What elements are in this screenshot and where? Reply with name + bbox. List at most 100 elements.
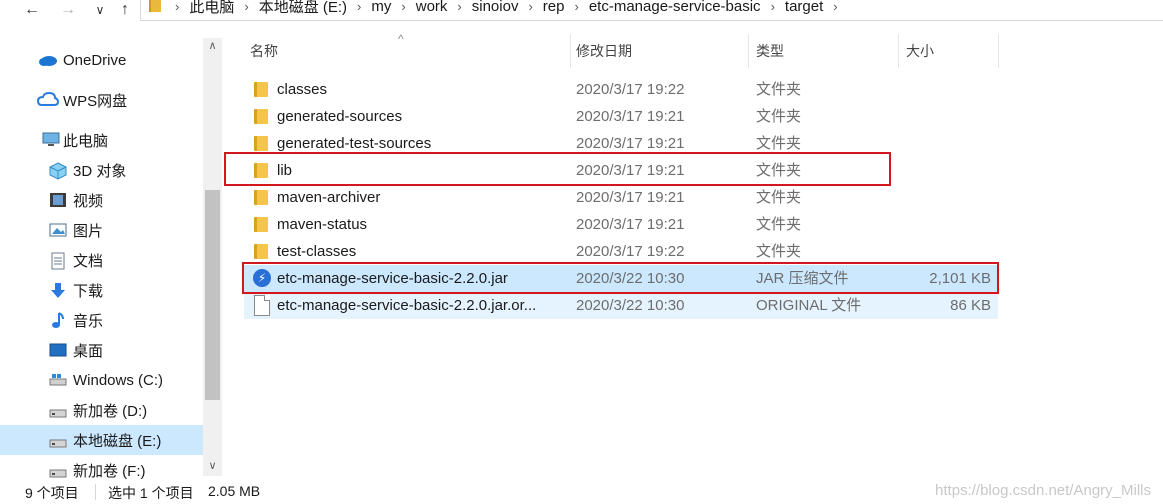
breadcrumb-project[interactable]: etc-manage-service-basic	[589, 0, 761, 15]
scroll-up-button[interactable]: ∧	[203, 38, 222, 54]
drive-icon	[49, 435, 67, 451]
file-date: 2020/3/22 10:30	[576, 297, 685, 314]
scroll-down-button[interactable]: ∨	[203, 458, 222, 474]
address-bar[interactable]: › 此电脑 › 本地磁盘 (E:) › my › work › sinoiov …	[140, 0, 1163, 21]
breadcrumb-separator[interactable]: ›	[528, 0, 532, 14]
nav-item-label: 图片	[73, 222, 104, 240]
selection-count: 选中 1 个项目	[108, 485, 194, 501]
file-date: 2020/3/17 19:22	[576, 243, 685, 260]
highlight-box-lib	[224, 152, 891, 186]
file-name: test-classes	[277, 243, 357, 260]
column-divider[interactable]	[898, 34, 899, 68]
desktop-icon	[49, 343, 67, 359]
breadcrumb-my[interactable]: my	[371, 0, 391, 15]
file-row-test-classes[interactable]: test-classes 2020/3/17 19:22 文件夹	[244, 238, 998, 265]
navigation-scrollbar[interactable]: ∧ ∨	[203, 38, 222, 476]
file-row-maven-status[interactable]: maven-status 2020/3/17 19:21 文件夹	[244, 211, 998, 238]
breadcrumb-separator[interactable]: ›	[175, 0, 179, 14]
nav-item-label: 本地磁盘 (E:)	[73, 432, 162, 450]
column-header-date[interactable]: 修改日期	[576, 34, 746, 68]
file-type: 文件夹	[756, 243, 802, 260]
item-count: 9 个项目	[25, 485, 79, 501]
column-header-size[interactable]: 大小	[906, 34, 996, 68]
nav-item-drive-d[interactable]: 新加卷 (D:)	[0, 397, 203, 423]
file-name: generated-sources	[277, 108, 403, 125]
file-type: 文件夹	[756, 189, 802, 206]
column-header-type[interactable]: 类型	[756, 34, 896, 68]
nav-item-desktop[interactable]: 桌面	[0, 337, 203, 363]
file-date: 2020/3/17 19:21	[576, 216, 685, 233]
column-header-name[interactable]: 名称	[250, 34, 570, 68]
breadcrumb-this-pc[interactable]: 此电脑	[189, 0, 234, 17]
scroll-thumb[interactable]	[205, 190, 220, 400]
breadcrumb-separator[interactable]: ›	[771, 0, 775, 14]
file-type: 文件夹	[756, 216, 802, 233]
nav-item-label: 视频	[73, 192, 104, 210]
breadcrumb-work[interactable]: work	[416, 0, 448, 15]
column-divider[interactable]	[748, 34, 749, 68]
column-divider[interactable]	[998, 34, 999, 68]
back-button[interactable]: ←	[22, 0, 42, 20]
file-name: etc-manage-service-basic-2.2.0.jar.or...	[277, 297, 537, 314]
documents-icon	[50, 252, 68, 270]
file-type: 文件夹	[756, 108, 802, 125]
recent-locations-button[interactable]: ∨	[92, 0, 108, 20]
wps-cloud-icon	[36, 91, 60, 108]
status-divider	[95, 484, 96, 500]
status-bar: 9 个项目 选中 1 个项目 2.05 MB https://blog.csdn…	[0, 480, 1163, 504]
nav-item-documents[interactable]: 文档	[0, 247, 203, 273]
folder-icon	[254, 190, 268, 205]
nav-item-drive-c[interactable]: Windows (C:)	[0, 367, 203, 393]
file-date: 2020/3/17 19:22	[576, 81, 685, 98]
folder-icon	[254, 136, 268, 151]
breadcrumb-target[interactable]: target	[785, 0, 823, 15]
up-button[interactable]: ↑	[116, 0, 134, 20]
nav-item-downloads[interactable]: 下载	[0, 277, 203, 303]
breadcrumb-separator[interactable]: ›	[244, 0, 248, 14]
folder-icon	[254, 109, 268, 124]
breadcrumb-drive-e[interactable]: 本地磁盘 (E:)	[259, 0, 347, 17]
nav-item-label: Windows (C:)	[73, 371, 164, 389]
breadcrumb-separator[interactable]: ›	[833, 0, 837, 14]
nav-item-music[interactable]: 音乐	[0, 307, 203, 333]
nav-item-label: OneDrive	[63, 51, 127, 69]
forward-button[interactable]: →	[58, 0, 78, 20]
nav-item-drive-e[interactable]: 本地磁盘 (E:)	[0, 425, 203, 455]
folder-icon	[254, 244, 268, 259]
nav-item-this-pc[interactable]: 此电脑	[0, 127, 203, 153]
nav-item-pictures[interactable]: 图片	[0, 217, 203, 243]
this-pc-icon	[42, 132, 60, 148]
breadcrumb-separator[interactable]: ›	[401, 0, 405, 14]
nav-item-onedrive[interactable]: OneDrive	[0, 47, 203, 73]
breadcrumb-separator[interactable]: ›	[457, 0, 461, 14]
breadcrumb-rep[interactable]: rep	[543, 0, 565, 15]
selection-size: 2.05 MB	[208, 483, 261, 499]
nav-item-3d-objects[interactable]: 3D 对象	[0, 157, 203, 183]
nav-item-label: WPS网盘	[63, 92, 128, 110]
download-icon	[50, 282, 68, 298]
file-type: ORIGINAL 文件	[756, 297, 862, 314]
breadcrumb-separator[interactable]: ›	[357, 0, 361, 14]
file-row-generated-sources[interactable]: generated-sources 2020/3/17 19:21 文件夹	[244, 103, 998, 130]
file-date: 2020/3/17 19:21	[576, 108, 685, 125]
generic-file-icon	[254, 295, 270, 316]
nav-item-label: 文档	[73, 252, 104, 270]
nav-item-wps-cloud[interactable]: WPS网盘	[0, 87, 203, 113]
folder-icon	[254, 82, 268, 97]
file-row-jar-original[interactable]: etc-manage-service-basic-2.2.0.jar.or...…	[244, 292, 998, 319]
file-row-classes[interactable]: classes 2020/3/17 19:22 文件夹	[244, 76, 998, 103]
breadcrumb-separator[interactable]: ›	[574, 0, 578, 14]
file-name: maven-archiver	[277, 189, 381, 206]
nav-item-label: 新加卷 (D:)	[73, 402, 148, 420]
file-row-maven-archiver[interactable]: maven-archiver 2020/3/17 19:21 文件夹	[244, 184, 998, 211]
column-divider[interactable]	[570, 34, 571, 68]
nav-item-label: 3D 对象	[73, 162, 127, 180]
breadcrumb: › 此电脑 › 本地磁盘 (E:) › my › work › sinoiov …	[165, 0, 848, 16]
file-size: 86 KB	[950, 297, 991, 314]
nav-item-label: 音乐	[73, 312, 104, 330]
nav-item-videos[interactable]: 视频	[0, 187, 203, 213]
address-toolbar: ← → ∨ ↑ › 此电脑 › 本地磁盘 (E:) › my › work › …	[0, 0, 1163, 21]
breadcrumb-sinoiov[interactable]: sinoiov	[472, 0, 519, 15]
folder-icon	[149, 0, 161, 12]
drive-icon	[49, 465, 67, 481]
